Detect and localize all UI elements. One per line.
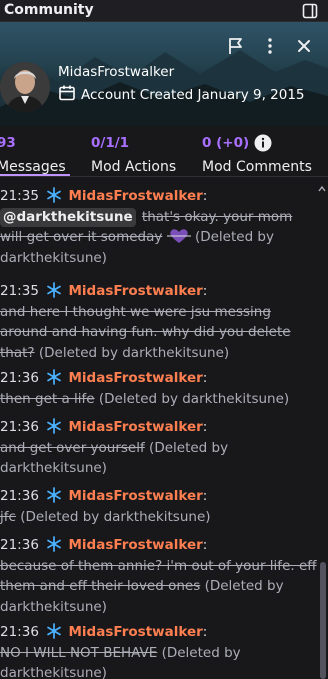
chat-message: 21:36 MidasFrostwalker: NO I WILL NOT BE… bbox=[0, 623, 241, 679]
chat-username[interactable]: MidasFrostwalker bbox=[69, 419, 203, 435]
chat-username[interactable]: MidasFrostwalker bbox=[69, 488, 203, 504]
tab-mod-actions[interactable]: 0/1/1 Mod Actions bbox=[91, 134, 176, 175]
info-icon[interactable] bbox=[254, 134, 272, 152]
chat-message: 21:36 MidasFrostwalker: because of them … bbox=[0, 536, 317, 615]
deleted-by-note: (Deleted by darkthekitsune) bbox=[98, 390, 290, 407]
snowflake-icon bbox=[46, 536, 62, 552]
timestamp: 21:35 bbox=[0, 283, 39, 299]
tab-label: Messages bbox=[0, 159, 66, 175]
tab-count: 93 bbox=[0, 135, 16, 151]
snowflake-icon bbox=[46, 282, 62, 298]
avatar[interactable] bbox=[0, 62, 50, 112]
chat-message-list: 21:35 MidasFrostwalker: @darkthekitsune … bbox=[0, 182, 318, 679]
deleted-message-text: then get a life bbox=[0, 390, 95, 407]
snowflake-icon bbox=[46, 623, 62, 639]
username: MidasFrostwalker bbox=[58, 64, 175, 80]
deleted-by-note: (Deleted by darkthekitsune) bbox=[38, 344, 230, 361]
tab-messages[interactable]: 93 Messages bbox=[0, 134, 70, 176]
panel-title: Community bbox=[4, 2, 94, 18]
timestamp: 21:36 bbox=[0, 537, 39, 553]
snowflake-icon bbox=[46, 187, 62, 203]
chat-message: 21:36 MidasFrostwalker: and get over you… bbox=[0, 418, 229, 476]
active-tab-indicator bbox=[0, 174, 70, 176]
timestamp: 21:36 bbox=[0, 370, 39, 386]
deleted-message-text: NO I WILL NOT BEHAVE bbox=[0, 644, 158, 661]
timestamp: 21:36 bbox=[0, 624, 39, 640]
tab-label: Mod Actions bbox=[91, 159, 177, 175]
deleted-message-text: and get over yourself bbox=[0, 439, 145, 456]
deleted-message-text: jfc bbox=[0, 508, 16, 525]
chat-scrollbar[interactable] bbox=[320, 562, 326, 679]
tab-count: 0/1/1 bbox=[91, 135, 130, 151]
snowflake-icon bbox=[46, 418, 62, 434]
tab-mod-comments[interactable]: 0 (+0) Mod Comments bbox=[202, 134, 312, 175]
chat-message: 21:36 MidasFrostwalker: jfc (Deleted by … bbox=[0, 487, 211, 525]
account-created: Account Created January 9, 2015 bbox=[58, 84, 305, 106]
chat-message: 21:35 MidasFrostwalker: and here I thoug… bbox=[0, 282, 291, 361]
chat-message: 21:36 MidasFrostwalker: then get a life … bbox=[0, 369, 290, 407]
tab-bar: 93 Messages 0/1/1 Mod Actions 0 (+0) Mod… bbox=[0, 126, 328, 177]
dock-panel-icon[interactable] bbox=[302, 3, 318, 19]
timestamp: 21:36 bbox=[0, 488, 39, 504]
panel-header: Community bbox=[0, 0, 328, 22]
chat-username[interactable]: MidasFrostwalker bbox=[69, 188, 203, 204]
chat-message: 21:35 MidasFrostwalker: @darkthekitsune … bbox=[0, 187, 293, 266]
timestamp: 21:36 bbox=[0, 419, 39, 435]
chat-username[interactable]: MidasFrostwalker bbox=[69, 283, 203, 299]
tab-label: Mod Comments bbox=[202, 159, 312, 175]
deleted-by-note: (Deleted by darkthekitsune) bbox=[20, 508, 211, 525]
chat-username[interactable]: MidasFrostwalker bbox=[69, 370, 203, 386]
chat-username[interactable]: MidasFrostwalker bbox=[69, 537, 203, 553]
snowflake-icon bbox=[46, 369, 62, 385]
mention-chip[interactable]: @darkthekitsune bbox=[0, 207, 136, 227]
snowflake-icon bbox=[46, 487, 62, 503]
purple-heart-emote bbox=[166, 227, 191, 245]
user-banner: MidasFrostwalker Account Created January… bbox=[0, 22, 328, 126]
more-vertical-icon[interactable] bbox=[260, 36, 280, 56]
flag-icon[interactable] bbox=[226, 36, 246, 56]
calendar-icon bbox=[58, 84, 76, 106]
scroll-up-arrow-icon[interactable] bbox=[318, 178, 326, 192]
timestamp: 21:35 bbox=[0, 188, 39, 204]
account-created-text: Account Created January 9, 2015 bbox=[81, 87, 305, 103]
close-icon[interactable] bbox=[294, 36, 314, 56]
chat-username[interactable]: MidasFrostwalker bbox=[69, 624, 203, 640]
